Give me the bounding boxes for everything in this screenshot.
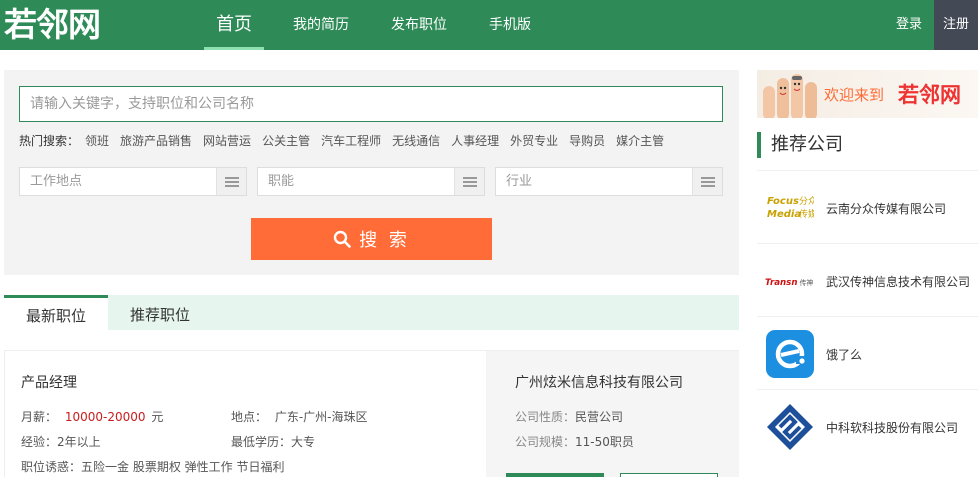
location-label: 地点：	[231, 410, 268, 424]
eleme-logo	[765, 329, 815, 379]
location-value: 广东-广州-海珠区	[274, 410, 368, 424]
top-header: 若邻网 首页 我的简历 发布职位 手机版 登录 注册	[0, 0, 978, 50]
svg-text:传媒: 传媒	[799, 208, 814, 220]
login-link[interactable]: 登录	[884, 0, 934, 50]
hot-searches: 热门搜索： 领班 旅游产品销售 网站营运 公关主管 汽车工程师 无线通信 人事经…	[19, 132, 675, 149]
menu-icon[interactable]	[216, 168, 246, 195]
company-nature-value: 民营公司	[575, 410, 624, 424]
company-nature: 公司性质：民营公司	[515, 408, 623, 425]
job-benefits: 职位诱惑：五险一金 股票期权 弹性工作 节日福利	[21, 460, 285, 474]
job-education: 最低学历：大专	[231, 435, 316, 449]
svg-text:Transn: Transn	[765, 278, 797, 288]
job-card: 产品经理 月薪： 10000-20000 元 地点： 广东-广州-海珠区 经验：…	[4, 350, 739, 477]
apply-button[interactable]	[506, 473, 604, 477]
hot-term-link[interactable]: 人事经理	[451, 132, 499, 149]
company-size-value: 11-50职员	[575, 435, 634, 449]
salary-label: 月薪：	[21, 410, 58, 424]
hot-term-link[interactable]: 汽车工程师	[321, 132, 381, 149]
focus-media-logo: Focus Media 分众 传媒	[765, 183, 815, 233]
company-list-item[interactable]: Focus Media 分众 传媒 云南分众传媒有限公司	[757, 170, 978, 243]
hot-term-link[interactable]: 领班	[85, 132, 109, 149]
sinosoft-logo	[765, 402, 815, 452]
job-tabs: 最新职位 推荐职位	[4, 295, 739, 330]
main-nav: 首页 我的简历 发布职位 手机版	[204, 0, 552, 50]
tab-latest-jobs[interactable]: 最新职位	[4, 295, 108, 330]
company-size-label: 公司规模：	[515, 435, 576, 449]
svg-text:分众: 分众	[799, 196, 814, 207]
job-experience: 经验：2年以上	[21, 435, 101, 449]
hot-term-link[interactable]: 导购员	[569, 132, 605, 149]
hot-term-link[interactable]: 公关主管	[262, 132, 310, 149]
company-name[interactable]: 广州炫米信息科技有限公司	[515, 372, 683, 392]
nav-mobile[interactable]: 手机版	[468, 0, 552, 50]
menu-icon[interactable]	[454, 168, 484, 195]
recommended-company-list: Focus Media 分众 传媒 云南分众传媒有限公司 Transn 传神 武…	[757, 170, 978, 462]
job-company-info: 广州炫米信息科技有限公司 公司性质：民营公司 公司规模：11-50职员	[486, 351, 739, 477]
location-select[interactable]: 工作地点	[19, 167, 247, 196]
hot-term-link[interactable]: 无线通信	[392, 132, 440, 149]
function-select-label: 职能	[268, 174, 295, 189]
hot-search-label: 热门搜索：	[19, 134, 80, 148]
company-list-name: 武汉传神信息技术有限公司	[826, 275, 971, 289]
menu-icon[interactable]	[692, 168, 722, 195]
keyword-search-input[interactable]	[19, 86, 723, 122]
job-salary: 月薪： 10000-20000 元	[21, 408, 163, 425]
industry-select[interactable]: 行业	[495, 167, 723, 196]
company-list-item[interactable]: 饿了么	[757, 316, 978, 389]
industry-select-label: 行业	[506, 174, 533, 189]
search-button-label: 搜 索	[359, 230, 410, 251]
location-select-label: 工作地点	[30, 174, 83, 189]
job-location: 地点： 广东-广州-海珠区	[231, 408, 368, 425]
tab-recommended-jobs[interactable]: 推荐职位	[108, 295, 212, 330]
search-button[interactable]: 搜 索	[251, 218, 492, 260]
nav-post-job[interactable]: 发布职位	[370, 0, 468, 50]
hot-term-link[interactable]: 网站营运	[203, 132, 251, 149]
company-size: 公司规模：11-50职员	[515, 433, 634, 450]
nav-my-resume[interactable]: 我的简历	[272, 0, 370, 50]
nav-home[interactable]: 首页	[204, 0, 264, 50]
svg-text:Media: Media	[767, 209, 801, 220]
fingers-illustration	[763, 74, 817, 118]
search-panel: 热门搜索： 领班 旅游产品销售 网站营运 公关主管 汽车工程师 无线通信 人事经…	[4, 70, 739, 275]
company-list-name: 中科软科技股份有限公司	[826, 421, 959, 435]
company-nature-label: 公司性质：	[515, 410, 576, 424]
company-list-item[interactable]: 中科软科技股份有限公司	[757, 389, 978, 462]
banner-brand: 若邻网	[898, 82, 961, 107]
hot-term-link[interactable]: 外贸专业	[510, 132, 558, 149]
company-list-name: 云南分众传媒有限公司	[826, 202, 947, 216]
salary-value: 10000-20000	[64, 410, 146, 424]
job-title[interactable]: 产品经理	[21, 372, 77, 392]
company-list-item[interactable]: Transn 传神 武汉传神信息技术有限公司	[757, 243, 978, 316]
recommended-companies-title: 推荐公司	[757, 132, 843, 158]
transn-logo: Transn 传神	[765, 256, 815, 306]
function-select[interactable]: 职能	[257, 167, 485, 196]
hot-term-link[interactable]: 媒介主管	[616, 132, 664, 149]
svg-text:Focus: Focus	[767, 196, 799, 207]
register-link[interactable]: 注册	[934, 0, 978, 50]
favorite-button[interactable]	[620, 473, 718, 477]
search-icon	[333, 230, 351, 248]
banner-welcome-text: 欢迎来到	[824, 86, 885, 104]
hot-term-link[interactable]: 旅游产品销售	[120, 132, 192, 149]
svg-text:传神: 传神	[800, 278, 814, 287]
salary-unit: 元	[151, 410, 164, 424]
site-logo[interactable]: 若邻网	[4, 5, 101, 45]
welcome-banner[interactable]: 欢迎来到 若邻网	[757, 70, 978, 118]
company-list-name: 饿了么	[826, 348, 863, 362]
